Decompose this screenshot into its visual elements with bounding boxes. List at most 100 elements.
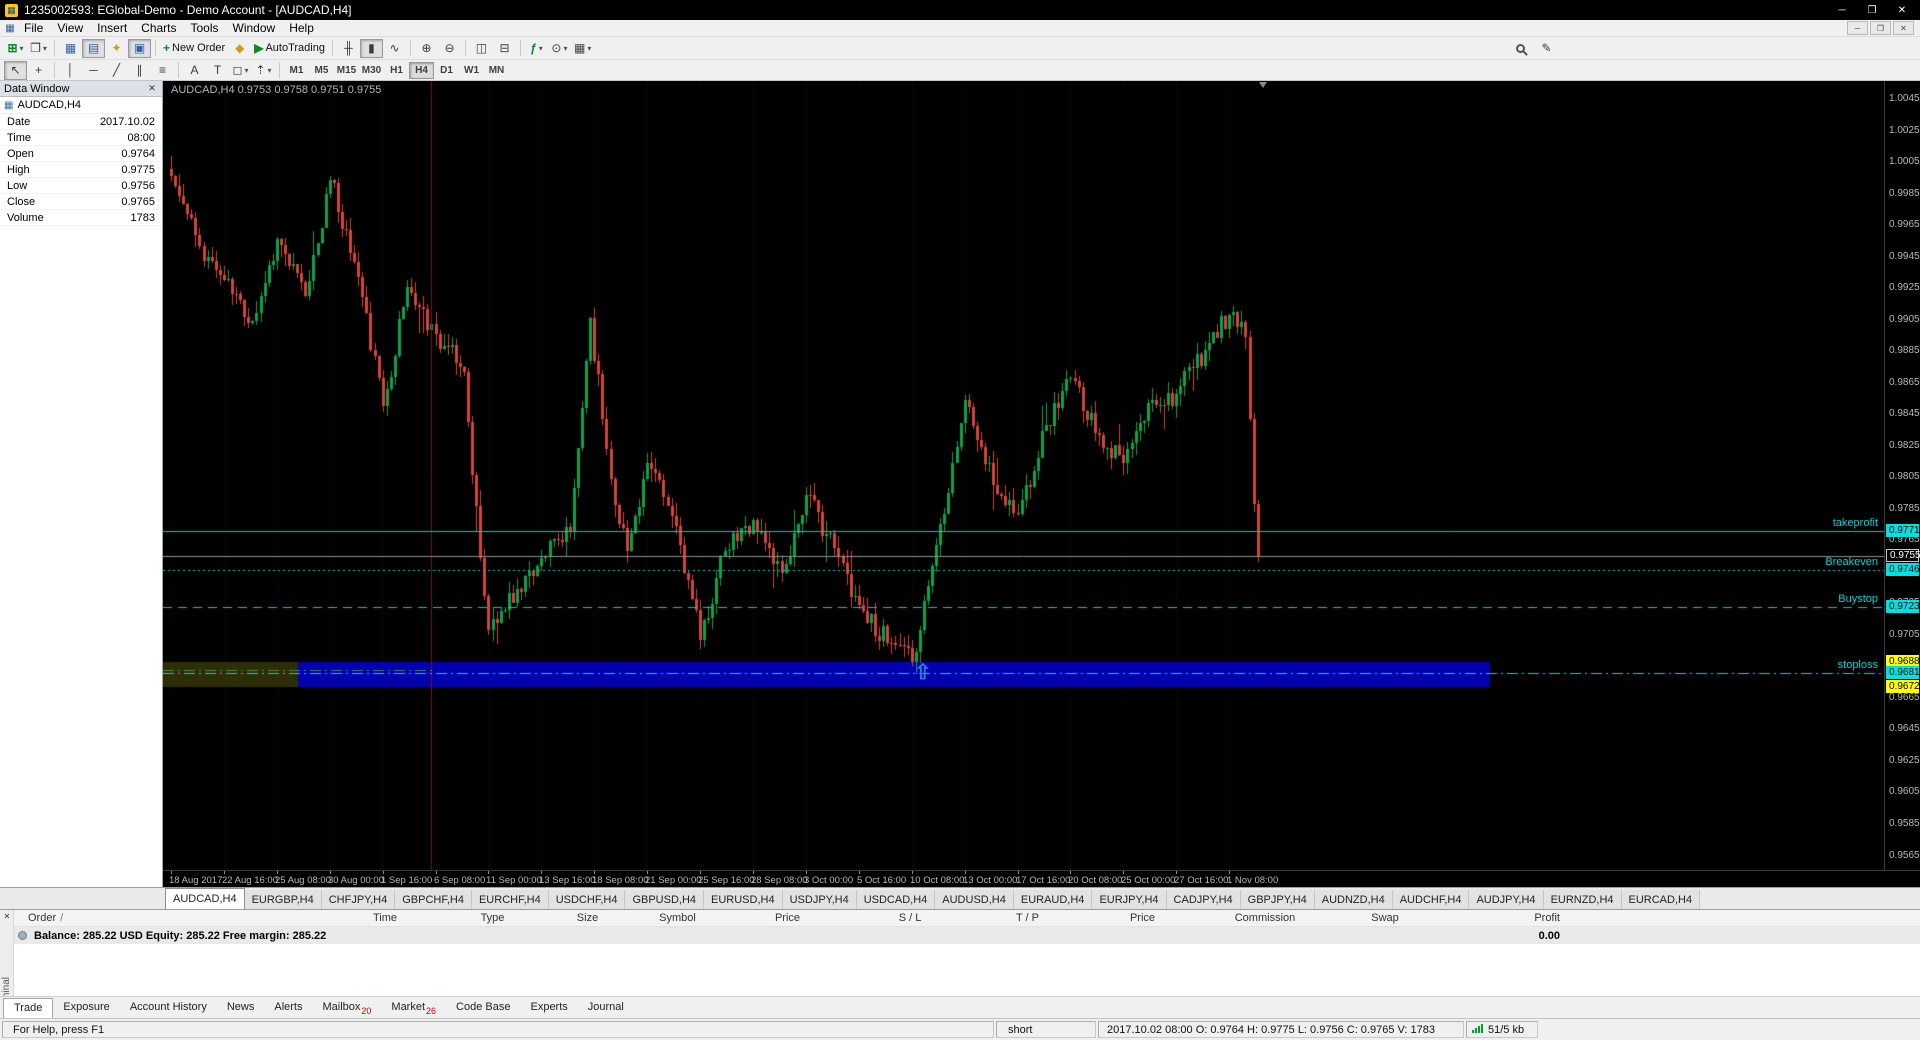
terminal-close-icon[interactable]: ✕ bbox=[0, 910, 14, 921]
symbol-tab-eurchfh4[interactable]: EURCHF,H4 bbox=[471, 890, 549, 909]
new-order-button[interactable]: + New Order bbox=[160, 39, 228, 58]
timeframe-d1-button[interactable]: D1 bbox=[434, 62, 459, 79]
terminal-tab-codebase[interactable]: Code Base bbox=[446, 998, 520, 1018]
symbol-tab-gbpusdh4[interactable]: GBPUSD,H4 bbox=[625, 890, 705, 909]
terminal-tab-journal[interactable]: Journal bbox=[578, 998, 634, 1018]
horizontal-line-button[interactable]: ─ bbox=[82, 61, 105, 80]
symbol-tab-audjpyh4[interactable]: AUDJPY,H4 bbox=[1469, 890, 1544, 909]
terminal-tab-exposure[interactable]: Exposure bbox=[53, 998, 119, 1018]
symbol-tab-eurcadh4[interactable]: EURCAD,H4 bbox=[1621, 890, 1701, 909]
symbol-tab-audusdh4[interactable]: AUDUSD,H4 bbox=[935, 890, 1014, 909]
menu-window[interactable]: Window bbox=[226, 20, 283, 36]
channel-button[interactable]: ∥ bbox=[128, 61, 151, 80]
terminal-tab-experts[interactable]: Experts bbox=[520, 998, 577, 1018]
symbol-tab-usdcadh4[interactable]: USDCAD,H4 bbox=[856, 890, 936, 909]
metaeditor-button[interactable]: ◆ bbox=[228, 39, 251, 58]
cursor-tool-button[interactable]: ↖ bbox=[4, 60, 27, 80]
symbol-tab-audchfh4[interactable]: AUDCHF,H4 bbox=[1392, 890, 1470, 909]
terminal-column-price-8[interactable]: Price bbox=[1085, 912, 1200, 924]
terminal-tab-trade[interactable]: Trade bbox=[3, 998, 54, 1018]
chart-close-button[interactable]: ✕ bbox=[1893, 21, 1914, 35]
terminal-column-sl-6[interactable]: S / L bbox=[850, 912, 970, 924]
trendline-button[interactable]: ╱ bbox=[105, 61, 128, 80]
terminal-column-time-1[interactable]: Time bbox=[330, 912, 440, 924]
timeframe-m1-button[interactable]: M1 bbox=[284, 62, 309, 79]
balance-row[interactable]: Balance: 285.22 USD Equity: 285.22 Free … bbox=[14, 927, 1920, 944]
terminal-column-profit-11[interactable]: Profit bbox=[1440, 912, 1618, 924]
timeframe-m15-button[interactable]: M15 bbox=[334, 62, 359, 79]
price-chart[interactable] bbox=[163, 81, 1884, 870]
terminal-tab-alerts[interactable]: Alerts bbox=[264, 998, 312, 1018]
menu-file[interactable]: File bbox=[17, 20, 50, 36]
vertical-line-button[interactable]: │ bbox=[59, 61, 82, 80]
profiles-button[interactable]: ❐ ▾ bbox=[27, 39, 50, 58]
time-axis[interactable]: 18 Aug 2017 22 Aug 16:00 25 Aug 08:00 30 Au… bbox=[163, 870, 1920, 887]
symbol-tab-gbpchfh4[interactable]: GBPCHF,H4 bbox=[395, 890, 472, 909]
periods-button[interactable]: ⊙ ▾ bbox=[548, 39, 571, 58]
data-window-button[interactable]: ▤ bbox=[82, 38, 105, 58]
symbol-tab-eurjpyh4[interactable]: EURJPY,H4 bbox=[1092, 890, 1167, 909]
terminal-tab-accounthistory[interactable]: Account History bbox=[120, 998, 217, 1018]
terminal-column-commission-9[interactable]: Commission bbox=[1200, 912, 1330, 924]
menu-view[interactable]: View bbox=[50, 20, 90, 36]
timeframe-h4-button[interactable]: H4 bbox=[409, 61, 434, 79]
zoom-out-button[interactable]: ⊖ bbox=[438, 39, 461, 58]
templates-button[interactable]: ▦ ▾ bbox=[571, 39, 594, 58]
timeframe-m30-button[interactable]: M30 bbox=[359, 62, 384, 79]
symbol-tab-usdjpyh4[interactable]: USDJPY,H4 bbox=[782, 890, 857, 909]
fibonacci-button[interactable]: ≡ bbox=[151, 61, 174, 80]
search-button[interactable] bbox=[1509, 39, 1532, 58]
symbol-tab-eurgbph4[interactable]: EURGBP,H4 bbox=[244, 890, 322, 909]
chart-minimize-button[interactable]: ─ bbox=[1847, 21, 1868, 35]
autotrading-button[interactable]: ▶ AutoTrading bbox=[251, 39, 328, 58]
symbol-tab-euraudh4[interactable]: EURAUD,H4 bbox=[1013, 890, 1093, 909]
symbol-tab-cadjpyh4[interactable]: CADJPY,H4 bbox=[1166, 890, 1241, 909]
timeframe-m5-button[interactable]: M5 bbox=[309, 62, 334, 79]
terminal-tab-mailbox[interactable]: Mailbox 20 bbox=[312, 998, 381, 1018]
navigator-button[interactable]: ✦ bbox=[105, 39, 128, 58]
terminal-column-symbol-4[interactable]: Symbol bbox=[630, 912, 725, 924]
symbol-tab-eurnzdh4[interactable]: EURNZD,H4 bbox=[1543, 890, 1622, 909]
price-axis[interactable]: 1.0045 1.0025 1.0005 0.9985 0.9965 0.9945 0.99… bbox=[1884, 81, 1920, 870]
symbol-tab-chfjpyh4[interactable]: CHFJPY,H4 bbox=[321, 890, 396, 909]
candlestick-chart-button[interactable]: ▮ bbox=[359, 38, 383, 58]
terminal-column-price-5[interactable]: Price bbox=[725, 912, 850, 924]
new-chart-button[interactable]: ⊞ ▾ bbox=[4, 39, 27, 58]
menu-insert[interactable]: Insert bbox=[90, 20, 134, 36]
feedback-button[interactable]: ✎ bbox=[1535, 39, 1558, 58]
terminal-column-tp-7[interactable]: T / P bbox=[970, 912, 1085, 924]
restore-button[interactable]: ❐ bbox=[1859, 2, 1885, 18]
chart-restore-button[interactable]: ❐ bbox=[1870, 21, 1891, 35]
cascade-windows-button[interactable]: ⊟ bbox=[493, 39, 516, 58]
indicators-button[interactable]: ƒ ▾ bbox=[525, 39, 548, 58]
arrows-button[interactable]: ⇡ ▾ bbox=[252, 61, 275, 80]
terminal-tab-market[interactable]: Market 26 bbox=[381, 998, 446, 1018]
symbol-tab-audcadh4[interactable]: AUDCAD,H4 bbox=[165, 888, 245, 909]
line-chart-button[interactable]: ∿ bbox=[383, 39, 406, 58]
status-connection-section[interactable]: 51/5 kb bbox=[1466, 1021, 1538, 1038]
close-button[interactable]: ✕ bbox=[1889, 2, 1915, 18]
terminal-button[interactable]: ▣ bbox=[128, 38, 151, 58]
bar-chart-button[interactable]: ╫ bbox=[337, 39, 360, 58]
terminal-column-order-0[interactable]: Order / bbox=[14, 912, 330, 924]
terminal-column-size-3[interactable]: Size bbox=[545, 912, 630, 924]
menu-charts[interactable]: Charts bbox=[134, 20, 183, 36]
terminal-column-swap-10[interactable]: Swap bbox=[1330, 912, 1440, 924]
tile-windows-button[interactable]: ◫ bbox=[470, 39, 493, 58]
terminal-column-type-2[interactable]: Type bbox=[440, 912, 545, 924]
menu-help[interactable]: Help bbox=[282, 20, 321, 36]
market-watch-button[interactable]: ▦ bbox=[59, 39, 82, 58]
zoom-in-button[interactable]: ⊕ bbox=[415, 39, 438, 58]
label-tool-button[interactable]: T bbox=[206, 61, 229, 80]
timeframe-h1-button[interactable]: H1 bbox=[384, 62, 409, 79]
shapes-button[interactable]: ◻ ▾ bbox=[229, 61, 252, 80]
data-window-close-icon[interactable]: ✕ bbox=[146, 83, 158, 94]
symbol-tab-gbpjpyh4[interactable]: GBPJPY,H4 bbox=[1240, 890, 1315, 909]
timeframe-mn-button[interactable]: MN bbox=[484, 62, 509, 79]
text-tool-button[interactable]: A bbox=[183, 61, 206, 80]
menu-tools[interactable]: Tools bbox=[184, 20, 226, 36]
crosshair-tool-button[interactable]: + bbox=[27, 61, 50, 80]
terminal-tab-news[interactable]: News bbox=[217, 998, 265, 1018]
symbol-tab-eurusdh4[interactable]: EURUSD,H4 bbox=[704, 890, 783, 909]
minimize-button[interactable]: ─ bbox=[1829, 2, 1855, 18]
